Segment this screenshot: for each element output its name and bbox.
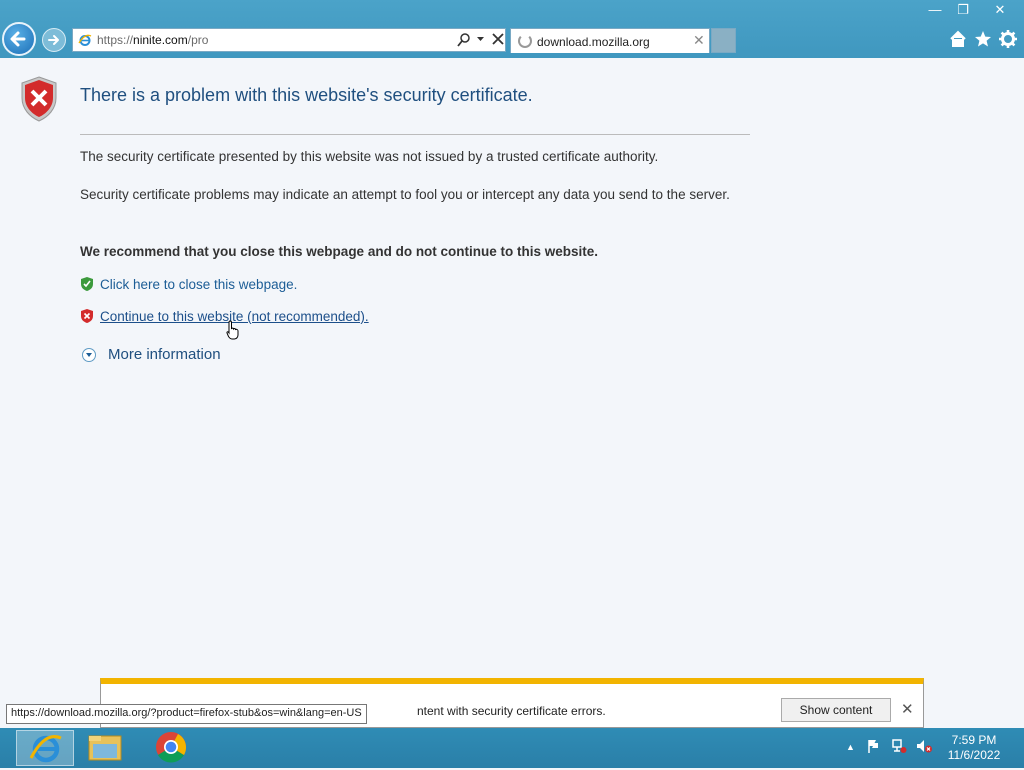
system-clock[interactable]: 7:59 PM 11/6/2022 [946,733,1002,763]
page-title: There is a problem with this website's s… [80,85,533,105]
taskbar: ▲ 7:59 PM 11/6/2022 [0,728,1024,768]
loading-spinner-icon [518,34,532,48]
more-information-label: More information [108,346,221,363]
search-icon[interactable] [457,32,471,48]
ie-logo-icon [78,34,92,46]
recommendation-text: We recommend that you close this webpage… [80,244,599,259]
close-webpage-link[interactable]: Click here to close this webpage. [100,277,297,292]
taskbar-file-explorer[interactable] [76,730,134,766]
back-arrow-icon [10,31,26,47]
green-shield-icon [81,277,93,291]
title-divider [80,134,750,135]
internet-explorer-icon [29,735,62,763]
dropdown-icon[interactable] [476,34,485,43]
red-shield-icon [81,309,93,323]
home-icon[interactable] [948,29,968,49]
show-hidden-icons-button[interactable]: ▲ [846,742,855,752]
status-bar-url: https://download.mozilla.org/?product=fi… [6,704,367,724]
error-shield-icon [21,76,57,122]
network-icon[interactable] [891,738,907,754]
restore-button[interactable]: ❐ [948,0,978,20]
untrusted-authority-text: The security certificate presented by th… [80,149,659,164]
settings-gear-icon[interactable] [998,29,1018,49]
address-bar[interactable]: https://ninite.com/pro [72,28,506,52]
favorites-star-icon[interactable] [973,29,993,49]
action-center-flag-icon[interactable] [866,738,882,754]
tab-close-button[interactable]: ✕ [693,32,705,49]
forward-button[interactable] [42,28,66,52]
tab-download-mozilla[interactable]: download.mozilla.org ✕ [510,28,710,53]
back-button[interactable] [2,22,36,56]
volume-muted-icon[interactable] [915,738,933,754]
taskbar-chrome[interactable] [142,730,200,766]
taskbar-internet-explorer[interactable] [16,730,74,766]
browser-chrome: — ❐ ✕ https://ninite.com/pro download.mo… [0,0,1024,58]
hand-cursor-icon [226,320,239,340]
risk-explanation-text: Security certificate problems may indica… [80,187,730,202]
notification-close-button[interactable]: ✕ [901,700,914,718]
show-content-button[interactable]: Show content [781,698,891,722]
chrome-icon [156,732,187,763]
notification-text: ntent with security certificate errors. [417,704,606,718]
minimize-button[interactable]: — [920,0,950,20]
tab-title: download.mozilla.org [537,35,650,49]
forward-arrow-icon [48,35,59,45]
stop-icon[interactable] [491,31,505,47]
new-tab-button[interactable] [711,28,736,53]
clock-date: 11/6/2022 [947,748,1001,762]
folder-icon [88,735,122,761]
certificate-error-page: There is a problem with this website's s… [0,58,1024,728]
clock-time: 7:59 PM [951,733,997,747]
close-window-button[interactable]: ✕ [980,0,1020,20]
address-url: https://ninite.com/pro [97,33,209,47]
expand-chevron-icon [82,348,96,362]
